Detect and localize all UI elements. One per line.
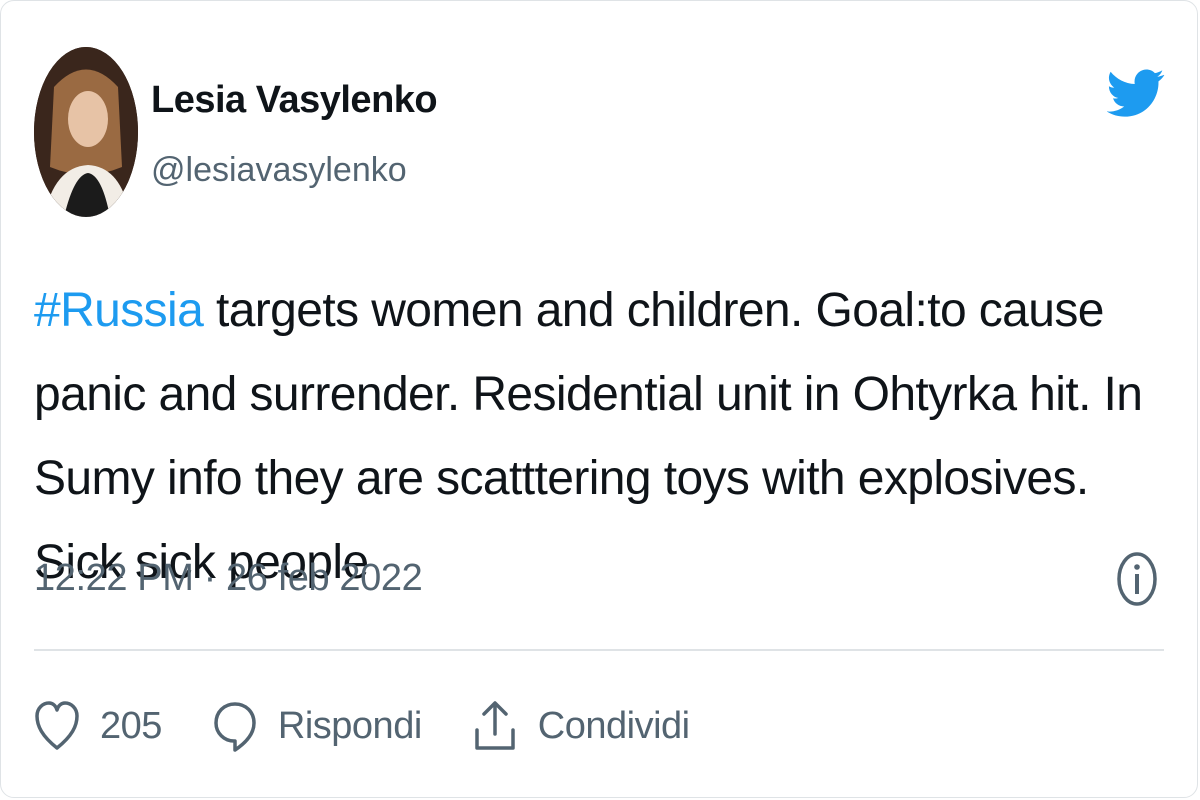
speech-bubble-icon xyxy=(212,698,258,754)
heart-icon xyxy=(34,698,80,754)
twitter-bird-icon[interactable] xyxy=(1106,57,1165,127)
reply-label: Rispondi xyxy=(277,704,422,747)
reply-button[interactable]: Rispondi xyxy=(212,698,422,754)
author-name[interactable]: Lesia Vasylenko xyxy=(151,79,438,122)
like-button[interactable]: 205 xyxy=(34,698,162,754)
share-label: Condividi xyxy=(537,704,690,747)
avatar[interactable] xyxy=(34,47,138,217)
divider xyxy=(34,649,1164,651)
action-bar: 205 Rispondi Condividi xyxy=(34,691,740,761)
tweet-body: #Russia targets women and children. Goal… xyxy=(34,269,1174,605)
tweet-timestamp[interactable]: 12:22 PM · 26 feb 2022 xyxy=(34,557,423,600)
hashtag-link[interactable]: #Russia xyxy=(34,284,204,337)
share-upload-icon xyxy=(472,698,518,754)
share-button[interactable]: Condividi xyxy=(472,698,690,754)
tweet-card: Lesia Vasylenko @lesiavasylenko #Russia … xyxy=(0,0,1198,798)
author-handle[interactable]: @lesiavasylenko xyxy=(151,151,407,190)
like-count: 205 xyxy=(100,704,162,747)
info-icon[interactable] xyxy=(1115,549,1159,609)
